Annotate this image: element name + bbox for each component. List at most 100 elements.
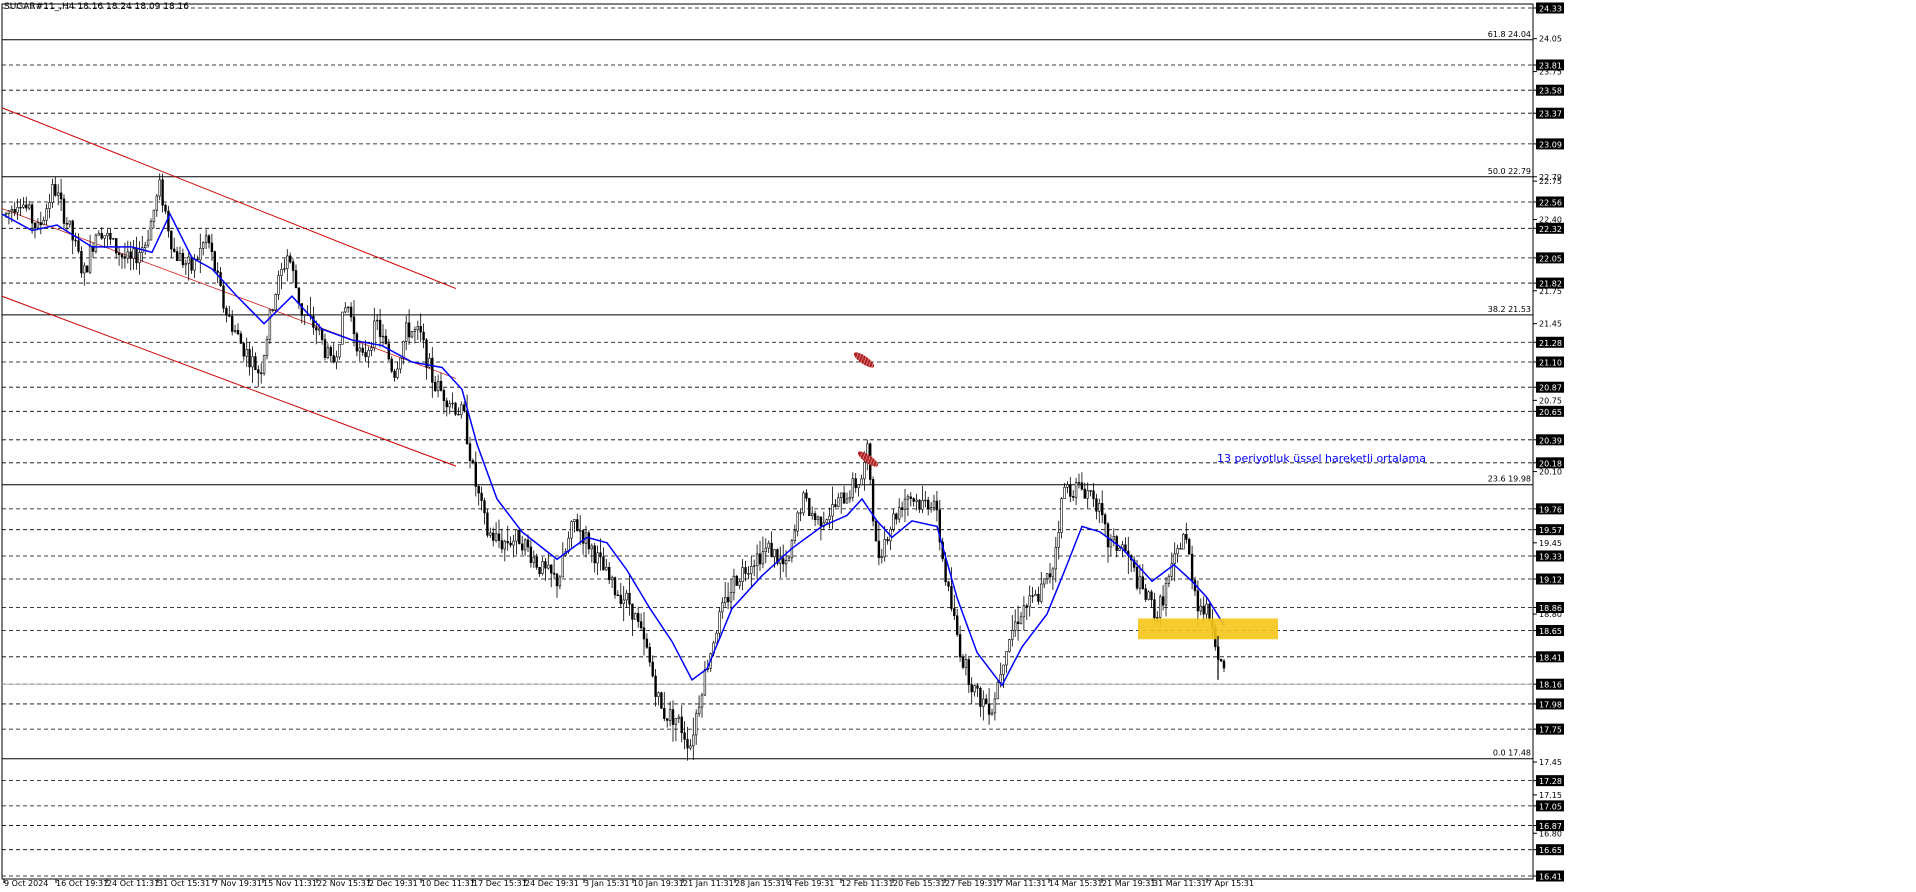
candle-body xyxy=(552,572,556,575)
candle-body xyxy=(845,498,849,504)
candle-body xyxy=(703,669,707,696)
candle-body xyxy=(167,210,170,232)
price-tag-label: 24.33 xyxy=(1539,5,1562,14)
candle-body xyxy=(651,661,654,677)
candle-body xyxy=(961,656,965,668)
candle-body xyxy=(94,234,98,252)
candle-body xyxy=(839,492,843,499)
candle-body xyxy=(967,659,971,685)
candle-body xyxy=(613,577,617,596)
candle-body xyxy=(320,328,324,340)
candle-body xyxy=(573,519,576,522)
candle-body xyxy=(587,532,591,550)
candle-body xyxy=(1101,503,1104,516)
x-axis-label: 3 Jan 15:31 xyxy=(584,879,630,888)
price-tag-label: 17.98 xyxy=(1539,700,1562,709)
candle-body xyxy=(808,497,811,516)
candle-body xyxy=(274,294,277,311)
candle-body xyxy=(294,270,298,289)
candle-body xyxy=(918,499,921,510)
candle-body xyxy=(837,497,840,507)
candle-body xyxy=(955,615,959,635)
candle-body xyxy=(213,251,216,272)
candle-body xyxy=(1159,596,1162,618)
candlestick-chart[interactable]: 61.8 24.04 50.0 22.79 38.2 21.53 23.6 19.98… xyxy=(0,0,1916,888)
candle-body xyxy=(834,504,837,507)
fib-level-label: 23.6 19.98 xyxy=(1488,475,1531,484)
candle-body xyxy=(602,556,605,571)
candle-body xyxy=(286,255,289,269)
candle-body xyxy=(349,306,353,318)
candle-body xyxy=(254,356,257,371)
price-tag-label: 22.05 xyxy=(1539,254,1562,263)
x-axis-label: 24 Dec 19:31 xyxy=(525,879,579,888)
candle-body xyxy=(468,443,472,461)
candle-body xyxy=(402,341,405,359)
candle-body xyxy=(518,529,521,545)
candle-body xyxy=(607,566,611,581)
candle-body xyxy=(987,703,991,715)
candle-body xyxy=(109,233,112,240)
fib-level-label: 0.0 17.48 xyxy=(1493,749,1531,758)
candle-body xyxy=(1173,553,1176,564)
candle-body xyxy=(1095,498,1098,512)
candle-body xyxy=(178,253,182,261)
candle-body xyxy=(77,240,80,252)
candle-body xyxy=(268,309,272,340)
candle-body xyxy=(758,553,762,565)
candle-body xyxy=(915,499,918,502)
y-axis-label: 16.80 xyxy=(1539,829,1562,838)
candle-body xyxy=(439,381,443,391)
candle-body xyxy=(10,209,13,212)
candle-body xyxy=(187,256,190,264)
candle-body xyxy=(828,515,831,521)
candle-body xyxy=(1167,575,1171,584)
candle-body xyxy=(752,565,756,567)
candle-body xyxy=(523,539,527,551)
candle-body xyxy=(929,507,933,510)
candle-body xyxy=(1037,593,1040,602)
candle-body xyxy=(375,319,379,322)
candle-body xyxy=(489,532,492,536)
candle-body xyxy=(813,513,817,521)
candle-body xyxy=(1008,639,1011,652)
candle-body xyxy=(387,343,390,360)
candle-body xyxy=(1057,532,1060,548)
candle-body xyxy=(657,692,660,697)
price-tag-label: 21.28 xyxy=(1539,339,1562,348)
candle-body xyxy=(115,238,118,254)
candle-body xyxy=(576,519,579,532)
x-axis-label: 21 Mar 19:31 xyxy=(1102,879,1155,888)
candle-body xyxy=(231,315,234,332)
candle-body xyxy=(642,627,646,640)
candle-body xyxy=(509,542,512,546)
candle-body xyxy=(413,329,417,332)
candle-body xyxy=(874,520,878,542)
candle-body xyxy=(1019,616,1023,625)
candle-body xyxy=(271,309,274,311)
candle-body xyxy=(680,716,683,734)
candle-body xyxy=(926,499,930,510)
candle-body xyxy=(317,328,321,331)
candle-body xyxy=(526,539,530,548)
ema-line xyxy=(1,212,1225,687)
candle-body xyxy=(567,537,570,552)
price-tag-label: 23.37 xyxy=(1539,110,1562,119)
y-axis-label: 18.80 xyxy=(1539,610,1562,619)
candle-body xyxy=(1040,583,1043,602)
candle-body xyxy=(1182,534,1185,550)
candle-body xyxy=(1002,664,1005,675)
candle-body xyxy=(448,403,451,408)
candle-body xyxy=(883,539,886,558)
candle-body xyxy=(486,512,489,536)
candle-body xyxy=(1048,573,1052,578)
candle-body xyxy=(886,539,889,542)
candle-body xyxy=(897,507,901,520)
candle-body xyxy=(497,533,501,541)
candle-body xyxy=(416,326,419,330)
candle-body xyxy=(1196,590,1200,612)
candle-body xyxy=(422,331,425,341)
chart-area[interactable]: 61.8 24.04 50.0 22.79 38.2 21.53 23.6 19.98… xyxy=(0,0,1916,888)
x-axis-label: 31 Mar 11:31 xyxy=(1153,879,1206,888)
candle-body xyxy=(158,179,161,197)
